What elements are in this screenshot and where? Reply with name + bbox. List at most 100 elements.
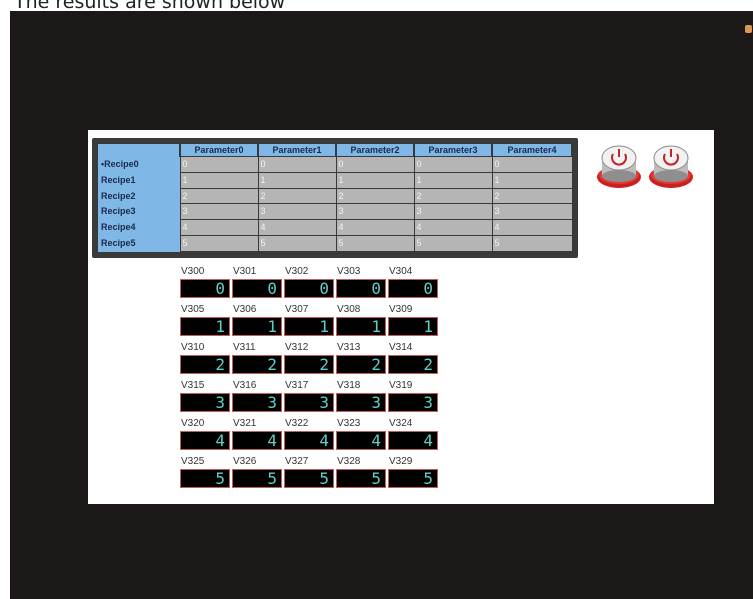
numeric-display: V306 1 [232,301,284,338]
display-label: V315 [181,380,205,391]
recipe-cell[interactable]: 5 [179,235,259,252]
display-label: V318 [337,380,361,391]
recipe-row-name: Recipe4 [98,219,180,236]
recipe-cell[interactable]: 1 [413,171,493,189]
recipe-row-name: Recipe5 [98,235,180,252]
display-label: V303 [337,266,361,277]
recipe-cell[interactable]: 3 [335,203,415,221]
recipe-row-name: Recipe2 [98,188,180,204]
numeric-display: V326 5 [232,453,284,490]
recipe-row-name: Recipe1 [98,172,180,189]
numeric-display: V323 4 [336,415,388,452]
recipe-cell[interactable]: 4 [335,219,415,237]
display-value: 1 [388,317,438,336]
recipe-row[interactable]: Recipe5 5 5 5 5 5 [98,235,573,252]
display-value: 4 [284,431,334,450]
recipe-cell[interactable]: 1 [257,171,337,189]
display-label: V304 [389,266,413,277]
display-value: 1 [180,317,230,336]
display-label: V320 [181,418,205,429]
column-header: Parameter1 [258,144,337,157]
display-value: 2 [232,355,282,374]
recipe-cell[interactable]: 0 [179,156,259,173]
display-label: V307 [285,304,309,315]
numeric-display: V325 5 [180,453,232,490]
numeric-display: V308 1 [336,301,388,338]
display-value: 0 [232,279,282,298]
numeric-display: V312 2 [284,339,336,376]
recipe-row[interactable]: •Recipe0 0 0 0 0 0 [98,156,573,173]
recipe-cell[interactable]: 3 [413,203,493,221]
recipe-cell[interactable]: 4 [257,219,337,237]
display-value: 1 [232,317,282,336]
display-value: 4 [180,431,230,450]
recipe-cell[interactable]: 0 [491,156,573,173]
recipe-row[interactable]: Recipe3 3 3 3 3 3 [98,203,573,221]
recipe-row-name: Recipe3 [98,203,180,220]
recipe-cell[interactable]: 1 [491,171,573,189]
recipe-cell[interactable]: 3 [491,203,573,221]
recipe-row[interactable]: Recipe1 1 1 1 1 1 [98,171,573,189]
power-button-1[interactable] [596,144,642,190]
recipe-row[interactable]: Recipe2 2 2 2 2 2 [98,187,573,205]
hmi-bezel: Parameter0 Parameter1 Parameter2 Paramet… [10,11,753,599]
recipe-cell[interactable]: 3 [179,203,259,221]
numeric-display: V324 4 [388,415,440,452]
numeric-display: V300 0 [180,263,232,300]
display-label: V313 [337,342,361,353]
power-button-2[interactable] [648,144,694,190]
numeric-display: V329 5 [388,453,440,490]
numeric-display: V328 5 [336,453,388,490]
numeric-display: V305 1 [180,301,232,338]
display-value: 4 [388,431,438,450]
display-label: V328 [337,456,361,467]
display-label: V329 [389,456,413,467]
numeric-display: V318 3 [336,377,388,414]
display-value: 0 [336,279,386,298]
recipe-cell[interactable]: 5 [335,235,415,252]
recipe-cell[interactable]: 0 [335,156,415,173]
power-icon [597,145,641,188]
recipe-cell[interactable]: 0 [413,156,493,173]
numeric-display: V327 5 [284,453,336,490]
recipe-cell[interactable]: 5 [413,235,493,252]
numeric-display: V317 3 [284,377,336,414]
column-header: Parameter2 [336,144,415,157]
display-value: 2 [284,355,334,374]
recipe-cell[interactable]: 2 [413,187,493,205]
recipe-cell[interactable]: 0 [257,156,337,173]
recipe-row[interactable]: Recipe4 4 4 4 4 4 [98,219,573,237]
display-value: 1 [336,317,386,336]
recipe-cell[interactable]: 1 [335,171,415,189]
display-label: V310 [181,342,205,353]
display-label: V306 [233,304,257,315]
numeric-display: V307 1 [284,301,336,338]
recipe-cell[interactable]: 2 [335,187,415,205]
recipe-cell[interactable]: 2 [491,187,573,205]
recipe-cell[interactable]: 5 [491,235,573,252]
display-value: 2 [388,355,438,374]
display-value: 3 [388,393,438,412]
recipe-cell[interactable]: 5 [257,235,337,252]
recipe-cell[interactable]: 2 [179,187,259,205]
recipe-cell[interactable]: 4 [179,219,259,237]
display-label: V327 [285,456,309,467]
recipe-cell[interactable]: 4 [491,219,573,237]
recipe-cell[interactable]: 2 [257,187,337,205]
display-value: 1 [284,317,334,336]
numeric-display: V301 0 [232,263,284,300]
numeric-display: V316 3 [232,377,284,414]
recipe-cell[interactable]: 1 [179,171,259,189]
display-value: 5 [232,469,282,488]
recipe-cell[interactable]: 4 [413,219,493,237]
display-label: V309 [389,304,413,315]
display-label: V305 [181,304,205,315]
display-value: 5 [180,469,230,488]
recipe-row-name: •Recipe0 [98,156,180,173]
display-label: V312 [285,342,309,353]
column-header: Parameter0 [180,144,259,157]
recipe-cell[interactable]: 3 [257,203,337,221]
display-value: 3 [336,393,386,412]
numeric-display: V304 0 [388,263,440,300]
display-label: V314 [389,342,413,353]
